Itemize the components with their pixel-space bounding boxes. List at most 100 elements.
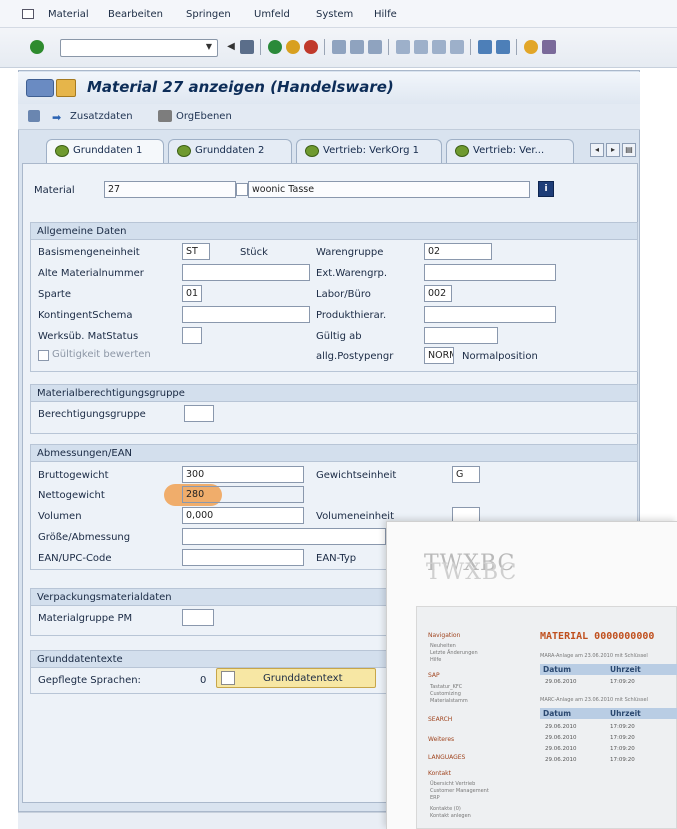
find-next-icon[interactable] [368, 40, 382, 54]
back-icon[interactable] [268, 40, 282, 54]
last-page-icon[interactable] [450, 40, 464, 54]
overlay-cell: 29.06.2010 [545, 757, 577, 763]
menu-hilfe[interactable]: Hilfe [374, 9, 397, 20]
toolbar-separator [470, 39, 471, 55]
menu-umfeld[interactable]: Umfeld [254, 9, 290, 20]
cancel-icon[interactable] [304, 40, 318, 54]
menu-material[interactable]: Material [48, 9, 89, 20]
alte-materialnummer-field[interactable] [182, 264, 310, 281]
other-material-icon[interactable] [28, 110, 40, 122]
overlay-side-title: SAP [428, 672, 440, 679]
basismenge-text: Stück [240, 247, 268, 258]
first-page-icon[interactable] [396, 40, 410, 54]
menu-bearbeiten[interactable]: Bearbeiten [108, 9, 163, 20]
sparte-field[interactable]: 01 [182, 285, 202, 302]
info-icon[interactable]: i [538, 181, 554, 197]
gueltig-ab-field[interactable] [424, 327, 498, 344]
gueltigkeit-bewerten-label: Gültigkeit bewerten [52, 349, 151, 360]
new-session-icon[interactable] [478, 40, 492, 54]
werksuebergreifender-status-label: Werksüb. MatStatus [38, 331, 139, 342]
tab-scroll-right-icon[interactable]: ▸ [606, 143, 620, 157]
produkthierarchie-label: Produkthierar. [316, 310, 387, 321]
command-field[interactable] [60, 39, 218, 57]
save-icon[interactable] [240, 40, 254, 54]
tab-icon [55, 145, 69, 157]
tab-vertrieb-verkorg-1[interactable]: Vertrieb: VerkOrg 1 [296, 139, 442, 163]
tab-icon [455, 145, 469, 157]
next-page-icon[interactable] [432, 40, 446, 54]
material-icon [26, 79, 54, 97]
command-dropdown-icon[interactable]: ▼ [204, 41, 214, 53]
enter-check-icon[interactable] [30, 40, 44, 54]
abmessungen-ean-title: Abmessungen/EAN [30, 444, 638, 462]
col-datum: Datum [543, 665, 572, 674]
warengruppe-field[interactable]: 02 [424, 243, 492, 260]
material-description-field[interactable]: woonic Tasse [248, 181, 530, 198]
grunddatentext-label: Grunddatentext [263, 673, 343, 684]
material-field[interactable]: 27 [104, 181, 236, 198]
col-uhrzeit: Uhrzeit [610, 709, 641, 718]
grunddatentext-button[interactable]: Grunddatentext [216, 668, 376, 688]
basismenge-label: Basismengeneinheit [38, 247, 140, 258]
tab-grunddaten-2[interactable]: Grunddaten 2 [168, 139, 292, 163]
overlay-cell: 29.06.2010 [545, 679, 577, 685]
overlay-side-item: Customizing [430, 691, 461, 697]
werksuebergreifender-status-field[interactable] [182, 327, 202, 344]
find-icon[interactable] [350, 40, 364, 54]
volumen-field[interactable]: 0,000 [182, 507, 304, 524]
postypengruppe-field[interactable]: NORM [424, 347, 454, 364]
help-icon[interactable] [524, 40, 538, 54]
tab-label: Vertrieb: Ver... [473, 145, 545, 156]
previous-page-icon[interactable] [414, 40, 428, 54]
orgebenen-button[interactable]: OrgEbenen [176, 111, 232, 122]
gueltigkeit-bewerten-checkbox[interactable] [38, 350, 49, 361]
layout-menu-icon[interactable] [542, 40, 556, 54]
overlay-cell: 29.06.2010 [545, 735, 577, 741]
exit-icon[interactable] [286, 40, 300, 54]
ext-warengrp-field[interactable] [424, 264, 556, 281]
volumeneinheit-label: Volumeneinheit [316, 511, 394, 522]
nettogewicht-field[interactable]: 280 [182, 486, 304, 503]
overlay-side-title: Kontakt [428, 770, 451, 777]
overlay-side-item: Letzte Änderungen [430, 650, 478, 656]
gueltig-ab-label: Gültig ab [316, 331, 362, 342]
berechtigungsgruppe-label: Berechtigungsgruppe [38, 409, 146, 420]
toolbar-separator [388, 39, 389, 55]
overlay-side-title: LANGUAGES [428, 754, 466, 761]
materialgruppe-pm-field[interactable] [182, 609, 214, 626]
produkthierarchie-field[interactable] [424, 306, 556, 323]
zusatzdaten-button[interactable]: Zusatzdaten [70, 111, 133, 122]
tab-grunddaten-1[interactable]: Grunddaten 1 [46, 139, 164, 163]
search-help-icon[interactable] [236, 183, 248, 196]
overlay-side-title: Weiteres [428, 736, 455, 743]
gewichtseinheit-field[interactable]: G [452, 466, 480, 483]
menu-springen[interactable]: Springen [186, 9, 231, 20]
bruttogewicht-field[interactable]: 300 [182, 466, 304, 483]
berechtigungsgruppe-field[interactable] [184, 405, 214, 422]
overlay-cell: 29.06.2010 [545, 746, 577, 752]
shortcut-icon[interactable] [496, 40, 510, 54]
overlay-note-mara: MARA-Anlage am 23.06.2010 mit Schlüssel [540, 653, 648, 659]
tab-scroll-left-icon[interactable]: ◂ [590, 143, 604, 157]
labor-buero-field[interactable]: 002 [424, 285, 452, 302]
gepflegte-sprachen-count: 0 [200, 675, 207, 686]
print-icon[interactable] [332, 40, 346, 54]
overlay-side-title: Navigation [428, 632, 461, 639]
org-levels-icon [158, 110, 172, 122]
tab-vertrieb-ver[interactable]: Vertrieb: Ver... [446, 139, 574, 163]
overlay-side-item: Materialstamm [430, 698, 468, 704]
arrow-left-icon[interactable]: ◀ [224, 40, 238, 54]
basismenge-field[interactable]: ST [182, 243, 210, 260]
trading-goods-icon [56, 79, 76, 97]
overlay-side-item: Kontakte (0) [430, 806, 461, 812]
overlay-cell: 17:09:20 [610, 757, 635, 763]
overlay-note-marc: MARC-Anlage am 23.06.2010 mit Schlüssel [540, 697, 648, 703]
ean-upc-code-field[interactable] [182, 549, 304, 566]
volumen-label: Volumen [38, 511, 82, 522]
window-menu-icon[interactable] [22, 9, 34, 19]
tab-list-icon[interactable]: ▤ [622, 143, 636, 157]
groesse-abmessung-field[interactable] [182, 528, 386, 545]
kontingentschema-field[interactable] [182, 306, 310, 323]
warengruppe-label: Warengruppe [316, 247, 384, 258]
menu-system[interactable]: System [316, 9, 353, 20]
